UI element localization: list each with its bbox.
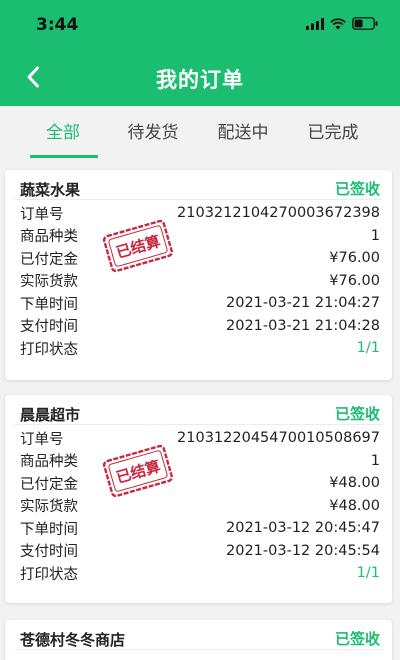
row-label: 已付定金 [20, 476, 78, 493]
item-types: 1 [370, 452, 380, 469]
tab-delivering[interactable]: 配送中 [198, 106, 288, 160]
cellular-signal-icon [306, 17, 324, 30]
wifi-icon [330, 17, 346, 29]
print-status: 1/1 [356, 565, 380, 582]
print-status-row: 打印状态 1/1 [20, 562, 380, 585]
payment-time-row: 支付时间 2021-03-21 21:04:28 [20, 315, 380, 338]
deposit-row: 已付定金 ¥48.00 [20, 472, 380, 495]
row-label: 实际货款 [20, 499, 78, 516]
print-status-row: 打印状态 1/1 [20, 337, 380, 360]
payment-time: 2021-03-12 20:45:54 [226, 542, 380, 559]
order-time-row: 下单时间 2021-03-21 21:04:27 [20, 292, 380, 315]
order-status: 已签收 [334, 630, 380, 648]
order-number: 21032121042700036723​98 [177, 205, 380, 222]
active-tab-indicator [30, 155, 98, 158]
actual-payment-row: 实际货款 ¥76.00 [20, 270, 380, 293]
order-tabs: 全部 待发货 配送中 已完成 [0, 106, 400, 160]
order-time-row: 下单时间 2021-03-12 20:45:47 [20, 517, 380, 540]
order-card[interactable]: 苍德村冬冬商店 已签收 [5, 620, 392, 660]
nav-bar: 我的订单 [0, 50, 400, 106]
print-status: 1/1 [356, 340, 380, 357]
store-name: 蔬菜水果 [20, 181, 81, 199]
order-number-row: 订单号 21032121042700036723​98 [20, 202, 380, 225]
app-header: 3:44 我的订单 [0, 0, 400, 106]
tab-pending-shipment[interactable]: 待发货 [108, 106, 198, 160]
row-label: 支付时间 [20, 544, 78, 561]
tab-label: 已完成 [307, 123, 359, 143]
order-details: 订单号 21031220454700105086​97 商品种类 1 已付定金 … [5, 425, 392, 585]
order-card-header: 晨晨超市 已签收 [15, 395, 382, 425]
row-label: 支付时间 [20, 319, 78, 336]
tab-label: 配送中 [217, 123, 269, 143]
order-time: 2021-03-21 21:04:27 [226, 295, 380, 312]
order-status: 已签收 [334, 405, 380, 423]
order-card-header: 蔬菜水果 已签收 [15, 170, 382, 200]
order-number-row: 订单号 21031220454700105086​97 [20, 427, 380, 450]
item-types: 1 [370, 227, 380, 244]
status-time: 3:44 [36, 15, 79, 35]
row-label: 打印状态 [20, 341, 78, 358]
page-title: 我的订单 [156, 68, 244, 92]
payment-time-row: 支付时间 2021-03-12 20:45:54 [20, 540, 380, 563]
battery-icon [352, 17, 378, 30]
row-label: 下单时间 [20, 296, 78, 313]
order-card-header: 苍德村冬冬商店 已签收 [15, 620, 382, 650]
order-status: 已签收 [334, 180, 380, 198]
order-details: 订单号 21032121042700036723​98 商品种类 1 已付定金 … [5, 200, 392, 360]
payment-time: 2021-03-21 21:04:28 [226, 317, 380, 334]
row-label: 商品种类 [20, 229, 78, 246]
row-label: 已付定金 [20, 251, 78, 268]
row-label: 下单时间 [20, 521, 78, 538]
tab-label: 待发货 [127, 123, 179, 143]
row-label: 订单号 [20, 431, 64, 448]
order-list: 蔬菜水果 已签收 订单号 21032121042700036723​98 商品种… [0, 160, 400, 660]
store-name: 苍德村冬冬商店 [20, 631, 126, 649]
deposit-paid: ¥76.00 [329, 250, 380, 267]
tab-all[interactable]: 全部 [18, 106, 108, 160]
order-card[interactable]: 蔬菜水果 已签收 订单号 21032121042700036723​98 商品种… [5, 170, 392, 380]
order-time: 2021-03-12 20:45:47 [226, 520, 380, 537]
item-types-row: 商品种类 1 [20, 450, 380, 473]
store-name: 晨晨超市 [20, 406, 81, 424]
row-label: 订单号 [20, 206, 64, 223]
item-types-row: 商品种类 1 [20, 225, 380, 248]
actual-payment-row: 实际货款 ¥48.00 [20, 495, 380, 518]
tab-label: 全部 [46, 123, 80, 143]
row-label: 打印状态 [20, 566, 78, 583]
tab-completed[interactable]: 已完成 [288, 106, 378, 160]
order-number: 21031220454700105086​97 [177, 430, 380, 447]
row-label: 商品种类 [20, 454, 78, 471]
actual-payment: ¥48.00 [329, 497, 380, 514]
deposit-row: 已付定金 ¥76.00 [20, 247, 380, 270]
order-card[interactable]: 晨晨超市 已签收 订单号 21031220454700105086​97 商品种… [5, 395, 392, 603]
system-icons [306, 17, 378, 30]
status-bar: 3:44 [0, 0, 400, 50]
actual-payment: ¥76.00 [329, 272, 380, 289]
deposit-paid: ¥48.00 [329, 475, 380, 492]
row-label: 实际货款 [20, 274, 78, 291]
